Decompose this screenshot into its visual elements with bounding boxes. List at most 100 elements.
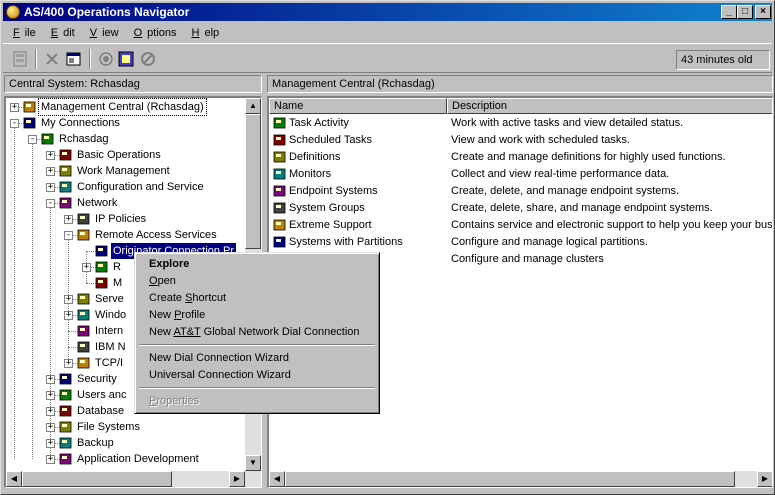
tree-item[interactable]: - Remote Access Services xyxy=(6,227,244,243)
context-new-profile[interactable]: New Profile xyxy=(138,307,376,324)
collapse-toggle[interactable]: - xyxy=(10,119,19,128)
list-item[interactable]: Task Activity Work with active tasks and … xyxy=(269,115,772,132)
tree-item[interactable]: + Backup xyxy=(6,435,244,451)
list-item[interactable]: Scheduled Tasks View and work with schedu… xyxy=(269,132,772,149)
collapse-toggle[interactable]: - xyxy=(46,199,55,208)
menu-separator xyxy=(139,387,375,389)
expand-toggle[interactable]: + xyxy=(64,311,73,320)
column-header-name[interactable]: Name xyxy=(269,98,447,114)
list-scroll-left-button[interactable]: ◀ xyxy=(269,471,285,487)
scroll-down-button[interactable]: ▼ xyxy=(245,455,261,471)
context-new-dial-connection-wizard[interactable]: New Dial Connection Wizard xyxy=(138,350,376,367)
tree-item[interactable]: + File Systems xyxy=(6,419,244,435)
menu-edit[interactable]: Edit xyxy=(41,23,80,43)
list-horizontal-scrollbar[interactable]: ◀ ▶ xyxy=(269,471,772,487)
tree-item-label: Configuration and Service xyxy=(77,181,204,193)
endpoint-icon xyxy=(273,184,287,198)
expand-toggle[interactable]: + xyxy=(46,423,55,432)
tree-item-label: Backup xyxy=(77,437,114,449)
connect-icon[interactable] xyxy=(97,50,115,68)
column-header-description[interactable]: Description xyxy=(447,98,772,114)
tree-item[interactable]: + Basic Operations xyxy=(6,147,244,163)
expand-toggle[interactable]: + xyxy=(46,391,55,400)
delete-icon[interactable] xyxy=(43,50,61,68)
tree-item[interactable]: - Rchasdag xyxy=(6,131,244,147)
tree-item[interactable]: + Management Central (Rchasdag) xyxy=(6,98,244,116)
hscroll-thumb[interactable] xyxy=(22,471,172,487)
context-open[interactable]: Open xyxy=(138,273,376,290)
menu-separator xyxy=(139,344,375,346)
list-item-name: Scheduled Tasks xyxy=(289,134,372,146)
list-item[interactable]: System Groups Create, delete, share, and … xyxy=(269,200,772,217)
list-item-name: Definitions xyxy=(289,151,341,163)
expand-toggle[interactable]: + xyxy=(46,375,55,384)
properties-icon[interactable] xyxy=(65,50,83,68)
scroll-up-button[interactable]: ▲ xyxy=(245,98,261,114)
minimize-button[interactable]: _ xyxy=(721,5,737,19)
list-item[interactable]: Monitors Collect and view real-time perfo… xyxy=(269,166,772,183)
scroll-thumb[interactable] xyxy=(245,114,261,249)
expand-toggle[interactable]: + xyxy=(46,183,55,192)
context-explore[interactable]: Explore xyxy=(138,256,376,273)
tree-item-label: Basic Operations xyxy=(77,149,161,161)
list-item-name: Extreme Support xyxy=(289,219,372,231)
tree-item-label: My Connections xyxy=(41,117,120,129)
list-item[interactable]: Endpoint Systems Create, delete, and mana… xyxy=(269,183,772,200)
stop-icon[interactable] xyxy=(139,50,157,68)
list-item[interactable]: Extreme Support Contains service and elec… xyxy=(269,217,772,234)
tree-item[interactable]: + Configuration and Service xyxy=(6,179,244,195)
network-icon xyxy=(59,196,73,210)
tree-item-label: Network xyxy=(77,197,118,209)
tree-horizontal-scrollbar[interactable]: ◀ ▶ xyxy=(6,471,261,487)
collapse-toggle[interactable]: - xyxy=(28,135,37,144)
configuration-icon xyxy=(59,180,73,194)
maximize-button[interactable]: □ xyxy=(737,5,753,19)
list-item-description: Work with active tasks and view detailed… xyxy=(451,117,684,129)
scroll-right-button[interactable]: ▶ xyxy=(229,471,245,487)
menu-options[interactable]: Options xyxy=(124,23,182,43)
expand-toggle[interactable]: + xyxy=(64,215,73,224)
tree-item[interactable]: + IP Policies xyxy=(6,211,244,227)
expand-toggle[interactable]: + xyxy=(46,439,55,448)
menu-help[interactable]: Help xyxy=(182,23,225,43)
menu-file[interactable]: File xyxy=(3,23,41,43)
tree-item[interactable]: - My Connections xyxy=(6,115,244,131)
expand-toggle[interactable]: + xyxy=(46,167,55,176)
context-new-at-t-global-network-dial-connection[interactable]: New AT&T Global Network Dial Connection xyxy=(138,324,376,341)
expand-toggle[interactable]: + xyxy=(64,359,73,368)
list-item[interactable]: Systems with Partitions Configure and man… xyxy=(269,234,772,251)
expand-toggle[interactable]: + xyxy=(82,263,91,272)
close-button[interactable]: × xyxy=(755,5,771,19)
tree-item[interactable]: - Network xyxy=(6,195,244,211)
scheduled-tasks-icon xyxy=(273,133,287,147)
definitions-icon xyxy=(273,150,287,164)
menu-bar: File Edit View Options Help xyxy=(3,23,772,41)
list-item-description: Create, delete, share, and manage endpoi… xyxy=(451,202,713,214)
list-item[interactable]: Definitions Create and manage definitions… xyxy=(269,149,772,166)
tree-item-label: File Systems xyxy=(77,421,140,433)
tree-item[interactable]: + Work Management xyxy=(6,163,244,179)
list-item-description: Create, delete, and manage endpoint syst… xyxy=(451,185,680,197)
list-scroll-right-button[interactable]: ▶ xyxy=(757,471,772,487)
context-create-shortcut[interactable]: Create Shortcut xyxy=(138,290,376,307)
right-pane-header: Management Central (Rchasdag) xyxy=(267,75,773,93)
expand-toggle[interactable]: + xyxy=(64,295,73,304)
context-universal-connection-wizard[interactable]: Universal Connection Wizard xyxy=(138,367,376,384)
tree-item-label: Work Management xyxy=(77,165,170,177)
tree-item-label: IBM N xyxy=(95,341,126,353)
expand-toggle[interactable]: + xyxy=(10,103,19,112)
scroll-left-button[interactable]: ◀ xyxy=(6,471,22,487)
management-central-icon xyxy=(23,100,37,114)
hierarchy-icon[interactable] xyxy=(11,50,29,68)
tree-item[interactable]: + Application Development xyxy=(6,451,244,467)
menu-view[interactable]: View xyxy=(80,23,124,43)
basic-operations-icon xyxy=(59,148,73,162)
expand-toggle[interactable]: + xyxy=(46,455,55,464)
expand-toggle[interactable]: + xyxy=(46,407,55,416)
title-bar[interactable]: AS/400 Operations Navigator _ □ × xyxy=(3,3,772,21)
expand-toggle[interactable]: + xyxy=(46,151,55,160)
collapse-toggle[interactable]: - xyxy=(64,231,73,240)
list-hscroll-thumb[interactable] xyxy=(285,471,735,487)
list-item-name: Monitors xyxy=(289,168,332,180)
monitor-icon[interactable] xyxy=(117,50,135,68)
